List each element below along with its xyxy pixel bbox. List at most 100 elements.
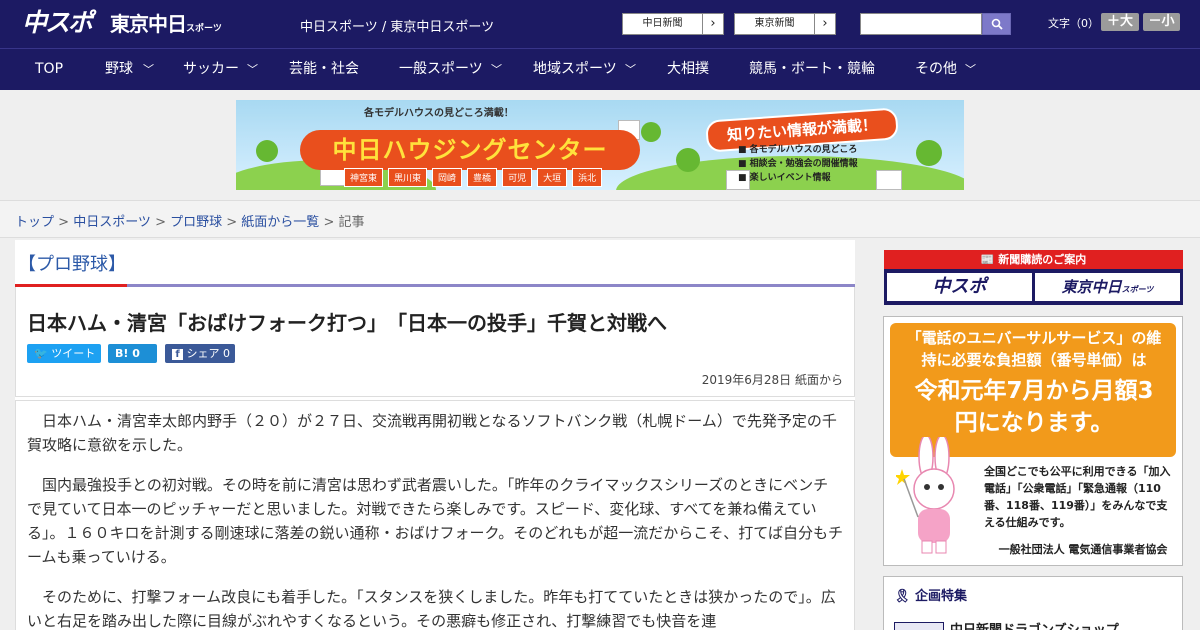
- logo-tokyo-chunichi[interactable]: 東京中日スポーツ: [110, 11, 222, 42]
- breadcrumb-separator: >: [319, 215, 339, 230]
- nav-item-entertainment[interactable]: 芸能・社会: [289, 49, 359, 90]
- banner-feature-text: 楽しいイベント情報: [749, 173, 831, 183]
- article-title: 日本ハム・清宮「おばけフォーク打つ」 「日本一の投手」千賀と対戦へ: [27, 311, 667, 335]
- twitter-icon: 🐦: [34, 347, 48, 360]
- nav-label: 一般スポーツ: [399, 61, 483, 77]
- site-names: 中日スポーツ / 東京中日スポーツ: [300, 20, 495, 35]
- chevron-down-icon: ﹀: [247, 63, 258, 76]
- facebook-share-count: 0: [223, 347, 230, 360]
- nav-item-regional-sports[interactable]: 地域スポーツ ﹀: [533, 49, 636, 90]
- nav-item-baseball[interactable]: 野球 ﹀: [105, 49, 154, 90]
- breadcrumb-link-top[interactable]: トップ: [15, 215, 54, 230]
- chevron-down-icon: ﹀: [625, 63, 636, 76]
- article-date: 2019年6月28日 紙面から: [701, 373, 843, 387]
- article-container: 【プロ野球】 日本ハム・清宮「おばけフォーク打つ」 「日本一の投手」千賀と対戦へ…: [15, 240, 855, 630]
- chunichi-shimbun-button[interactable]: 中日新聞 ›: [622, 13, 724, 35]
- logo-tokyo-text: 東京中日: [110, 12, 187, 36]
- nav-item-other[interactable]: その他 ﹀: [915, 49, 976, 90]
- banner-town: 大垣: [537, 168, 568, 187]
- chevron-down-icon: ﹀: [491, 63, 502, 76]
- article-paragraph: 国内最強投手との初対戦。その時を前に清宮は思わず武者震いした。「昨年のクライマッ…: [27, 476, 844, 566]
- facebook-icon: f: [172, 349, 183, 360]
- nav-label: その他: [915, 61, 957, 77]
- breadcrumb-separator: >: [150, 215, 171, 230]
- nav-item-sumo[interactable]: 大相撲: [667, 49, 709, 90]
- banner-town: 豊橋: [467, 168, 498, 187]
- nav-item-general-sports[interactable]: 一般スポーツ ﹀: [399, 49, 502, 90]
- banner-feature: ■ 各モデルハウスの見どころ: [738, 145, 858, 155]
- subscribe-chuspo-button[interactable]: 中スポ: [887, 273, 1032, 301]
- ad-line2: 令和元年7月から月額3円になります。: [914, 378, 1154, 436]
- search-input[interactable]: [860, 13, 982, 35]
- nav-item-keiba[interactable]: 競馬・ボート・競輪: [749, 49, 875, 90]
- breadcrumb-link-pro-baseball[interactable]: プロ野球: [170, 215, 222, 230]
- breadcrumb-link-paper-list[interactable]: 紙面から一覧: [241, 215, 319, 230]
- breadcrumb-separator: >: [54, 215, 74, 230]
- nav-label: 大相撲: [667, 61, 709, 77]
- bunny-mascot-icon: [896, 437, 955, 554]
- banner-feature-text: 各モデルハウスの見どころ: [749, 145, 858, 155]
- logo-tokyo-small: スポーツ: [186, 24, 222, 34]
- chevron-down-icon: ﹀: [965, 63, 976, 76]
- subscribe-tokyo-small: スポーツ: [1121, 285, 1154, 294]
- subscribe-tokyo-button[interactable]: 東京中日スポーツ: [1035, 273, 1180, 301]
- banner-town: 黒川東: [388, 168, 428, 187]
- special-features-box: 🎗 企画特集 中日新聞ドラゴンズショップ: [883, 576, 1183, 630]
- chevron-right-icon: ›: [710, 16, 716, 31]
- banner-feature: ■ 楽しいイベント情報: [738, 173, 831, 183]
- nav-label: 地域スポーツ: [533, 61, 617, 77]
- font-decrease-button[interactable]: －小: [1143, 13, 1180, 31]
- font-increase-button[interactable]: ＋大: [1101, 13, 1139, 31]
- nav-label: TOP: [35, 61, 64, 77]
- banner-tree: [676, 148, 700, 172]
- dragons-shop-link[interactable]: 中日新聞ドラゴンズショップ: [950, 619, 1119, 630]
- tokyo-shimbun-label: 東京新聞: [735, 14, 815, 34]
- article-body: 日本ハム・清宮幸太郎内野手（２０）が２７日、交流戦再開初戦となるソフトバンク戦（…: [15, 400, 855, 630]
- search-icon: [991, 18, 1003, 30]
- banner-tree: [916, 140, 942, 166]
- ribbon-icon: 🎗: [894, 589, 911, 604]
- banner-towns: 神宮東 黒川東 岡崎 豊橋 可児 大垣 浜北: [344, 168, 603, 187]
- tweet-label: ツイート: [51, 347, 96, 360]
- logo-chuspo[interactable]: 中スポ: [22, 8, 93, 38]
- ad-line4: 一般社団法人 電気通信事業者協会: [998, 543, 1168, 556]
- special-features-header: 🎗 企画特集: [894, 585, 967, 604]
- dragons-shop-thumbnail[interactable]: [894, 622, 944, 630]
- special-features-title: 企画特集: [915, 589, 968, 604]
- search-button[interactable]: [982, 13, 1011, 35]
- facebook-share-label: シェア: [186, 347, 220, 360]
- banner-feature-text: 相談会・勉強会の開催情報: [749, 159, 858, 169]
- nav-item-top[interactable]: TOP: [35, 49, 63, 90]
- tweet-button[interactable]: 🐦 ツイート: [27, 344, 101, 363]
- nav-item-soccer[interactable]: サッカー ﹀: [183, 49, 258, 90]
- hatena-icon: B!: [115, 347, 129, 360]
- article-header: 日本ハム・清宮「おばけフォーク打つ」 「日本一の投手」千賀と対戦へ 🐦 ツイート…: [15, 287, 855, 397]
- banner-house: [876, 170, 902, 190]
- subscription-banner[interactable]: 📰 新聞購読のご案内 中スポ 東京中日スポーツ: [884, 250, 1183, 305]
- site-header: 中スポ 東京中日スポーツ 中日スポーツ / 東京中日スポーツ 中日新聞 › 東京…: [0, 0, 1200, 48]
- facebook-share-button[interactable]: f シェア 0: [165, 344, 235, 363]
- hatena-bookmark-button[interactable]: B! 0: [108, 344, 157, 363]
- nav-label: 芸能・社会: [289, 61, 359, 77]
- category-label[interactable]: 【プロ野球】: [18, 250, 126, 276]
- main-nav: TOP 野球 ﹀ サッカー ﹀ 芸能・社会 一般スポーツ ﹀ 地域スポーツ ﹀ 大相撲 …: [0, 48, 1200, 90]
- subscribe-tokyo-text: 東京中日: [1061, 278, 1122, 296]
- breadcrumb-current: 記事: [338, 215, 365, 230]
- nav-label: 競馬・ボート・競輪: [749, 61, 875, 77]
- banner-tree: [256, 140, 278, 162]
- nav-label: 野球: [105, 61, 133, 77]
- banner-town: 岡崎: [432, 168, 463, 187]
- breadcrumb-link-chunichi-sports[interactable]: 中日スポーツ: [73, 215, 151, 230]
- banner-town: 浜北: [572, 168, 603, 187]
- banner-feature: ■ 相談会・勉強会の開催情報: [738, 159, 858, 169]
- subscription-header: 📰 新聞購読のご案内: [884, 250, 1183, 269]
- subscription-header-text: 新聞購読のご案内: [998, 253, 1087, 266]
- hatena-count: 0: [132, 347, 140, 360]
- tokyo-shimbun-button[interactable]: 東京新聞 ›: [734, 13, 836, 35]
- breadcrumb: トップ > 中日スポーツ > プロ野球 > 紙面から一覧 > 記事: [15, 211, 365, 230]
- housing-center-banner[interactable]: 各モデルハウスの見どころ満載！ 中日ハウジングセンター 知りたい情報が満載！ ■…: [236, 100, 964, 190]
- breadcrumb-separator: >: [222, 215, 242, 230]
- banner-title: 中日ハウジングセンター: [300, 130, 640, 170]
- article-paragraph: そのために、打撃フォーム改良にも着手した。「スタンスを狭くしました。昨年も打てて…: [27, 588, 836, 630]
- universal-service-ad[interactable]: 「電話のユニバーサルサービス」の維持に必要な負担額（番号単価）は 令和元年7月か…: [883, 316, 1183, 566]
